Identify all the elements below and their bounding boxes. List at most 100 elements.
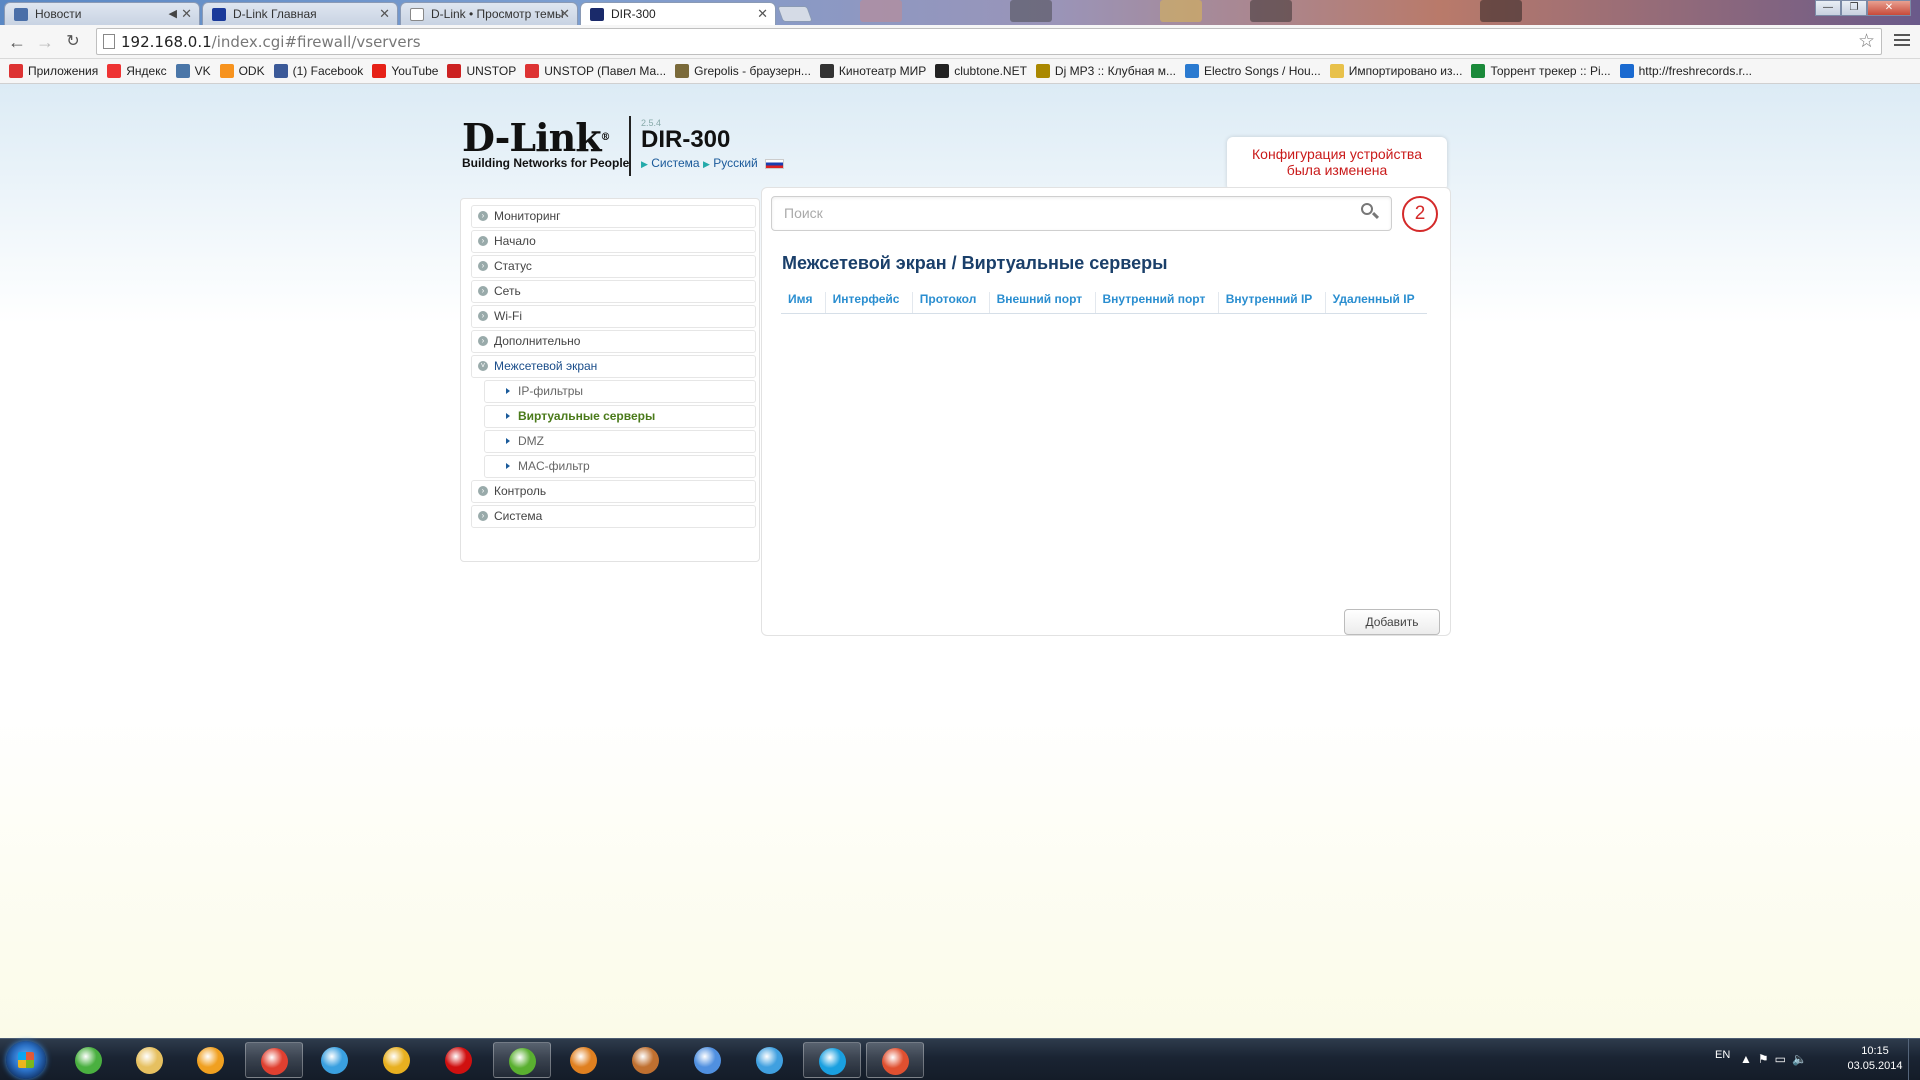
show-hidden-icons-icon[interactable]: ▲ [1740,1052,1758,1066]
bookmark-label: Яндекс [126,64,167,78]
breadcrumb-parent[interactable]: Межсетевой экран [782,253,947,273]
tab-dlink-main[interactable]: D-Link Главная ✕ [202,2,398,26]
close-icon[interactable]: ✕ [379,3,390,25]
bookmark-label: Кинотеатр МИР [838,64,927,78]
bookmark-item[interactable]: Electro Songs / Hou... [1184,59,1321,83]
column-header[interactable]: Внешний порт [988,292,1096,314]
sidebar-item-3[interactable]: › Сеть [471,280,756,303]
sidebar-item-2[interactable]: › Статус [471,255,756,278]
tab-dir300[interactable]: DIR-300 ✕ [580,2,776,26]
bookmark-item[interactable]: http://freshrecords.r... [1619,59,1752,83]
sidebar-item-8[interactable]: Виртуальные серверы [484,405,756,428]
config-changed-notice[interactable]: Конфигурация устройства была изменена [1227,137,1447,191]
tab-news[interactable]: Новости ◀︎ ✕ [4,2,200,26]
close-icon[interactable]: ✕ [757,3,768,25]
bookmark-star-icon[interactable]: ☆ [1858,30,1875,53]
column-header[interactable]: Имя [781,292,826,314]
sidebar-item-4[interactable]: › Wi-Fi [471,305,756,328]
column-header[interactable]: Интерфейс [824,292,913,314]
speaker-muted-icon[interactable]: ◀︎ [169,3,177,25]
close-window-button[interactable]: ✕ [1867,0,1911,16]
taskbar-app-button[interactable] [741,1042,799,1078]
sidebar-item-10[interactable]: MAC-фильтр [484,455,756,478]
volume-icon[interactable]: 🔈 [1792,1052,1813,1066]
sidebar-item-0[interactable]: › Мониторинг [471,205,756,228]
bookmark-item[interactable]: Приложения [9,59,98,83]
changes-count-badge[interactable]: 2 [1402,196,1438,232]
action-center-flag-icon[interactable]: ⚑ [1758,1052,1775,1066]
close-icon[interactable]: ✕ [181,3,192,25]
bookmark-item[interactable]: Торрент трекер :: Pi... [1471,59,1611,83]
taskbar-app-button[interactable] [182,1042,240,1078]
back-button[interactable]: ← [6,31,28,53]
bookmark-item[interactable]: Dj MP3 :: Клубная м... [1035,59,1176,83]
language-indicator[interactable]: EN [1715,1049,1730,1061]
tab-dlink-topic[interactable]: D-Link • Просмотр темы ✕ [400,2,578,26]
taskbar-app-button[interactable] [679,1042,737,1078]
djmp3-icon [1035,64,1050,78]
grepolis-icon [675,64,690,78]
close-icon[interactable]: ✕ [559,3,570,25]
column-header[interactable]: Внутренний порт [1094,292,1219,314]
bookmark-item[interactable]: Кинотеатр МИР [819,59,927,83]
sidebar-item-1[interactable]: › Начало [471,230,756,253]
column-header[interactable]: Протокол [911,292,990,314]
sidebar-item-9[interactable]: DMZ [484,430,756,453]
breadcrumb-current: Виртуальные серверы [961,253,1168,273]
clock[interactable]: 10:15 03.05.2014 [1840,1044,1910,1074]
taskbar-app-button[interactable] [306,1042,364,1078]
collapsed-circle-icon: › [478,311,488,321]
sidebar-item-5[interactable]: › Дополнительно [471,330,756,353]
network-icon[interactable]: ▭ [1775,1052,1792,1066]
dlink-logo[interactable]: D-Link® Building Networks for People [462,118,629,171]
column-header[interactable]: Внутренний IP [1217,292,1326,314]
vk-icon [175,64,190,78]
taskbar-app-button[interactable] [245,1042,303,1078]
url-text[interactable]: 192.168.0.1/index.cgi#firewall/vservers [121,33,421,51]
lightning-app-icon [570,1047,597,1074]
minimize-button[interactable]: — [1815,0,1841,16]
maximize-button[interactable]: ❐ [1841,0,1867,16]
bookmark-label: Electro Songs / Hou... [1203,64,1321,78]
bookmark-item[interactable]: VK [175,59,211,83]
add-button[interactable]: Добавить [1344,609,1440,635]
bookmark-item[interactable]: UNSTOP [447,59,516,83]
bookmark-item[interactable]: Яндекс [107,59,167,83]
bookmark-item[interactable]: clubtone.NET [935,59,1027,83]
new-tab-button[interactable] [777,6,813,22]
bookmark-item[interactable]: Grepolis - браузерн... [675,59,811,83]
show-desktop-button[interactable] [1908,1039,1920,1080]
taskbar-app-button[interactable] [430,1042,488,1078]
taskbar-app-button[interactable] [803,1042,861,1078]
taskbar-app-button[interactable] [493,1042,551,1078]
system-menu-link[interactable]: Система [651,156,699,170]
taskbar-app-button[interactable] [60,1042,118,1078]
reload-button[interactable]: ↻ [62,31,84,53]
bookmark-item[interactable]: ODK [219,59,265,83]
forward-button[interactable]: → [34,31,56,53]
address-bar[interactable]: 192.168.0.1/index.cgi#firewall/vservers … [96,28,1882,55]
search-box[interactable] [771,196,1392,231]
bookmark-item[interactable]: Импортировано из... [1329,59,1462,83]
bookmark-item[interactable]: YouTube [372,59,438,83]
taskbar-app-button[interactable] [368,1042,426,1078]
search-input[interactable] [784,205,1344,221]
sidebar-item-11[interactable]: › Контроль [471,480,756,503]
bookmark-item[interactable]: UNSTOP (Павел Ма... [525,59,666,83]
sidebar-item-12[interactable]: › Система [471,505,756,528]
electro-icon [1184,64,1199,78]
taskbar-app-button[interactable] [555,1042,613,1078]
chrome-menu-icon[interactable] [1894,32,1910,48]
bookmark-item[interactable]: (1) Facebook [273,59,363,83]
sidebar-item-7[interactable]: IP-фильтры [484,380,756,403]
taskbar-app-button[interactable] [617,1042,675,1078]
taskbar-app-button[interactable] [121,1042,179,1078]
sidebar-item-label: DMZ [518,434,544,448]
search-icon[interactable] [1361,203,1380,223]
language-link[interactable]: Русский [713,156,758,170]
start-button[interactable] [6,1041,46,1079]
sidebar-item-6[interactable]: ˅ Межсетевой экран [471,355,756,378]
taskbar-app-button[interactable] [866,1042,924,1078]
column-header[interactable]: Удаленный IP [1324,292,1427,314]
sidebar-item-label: Дополнительно [494,334,581,348]
